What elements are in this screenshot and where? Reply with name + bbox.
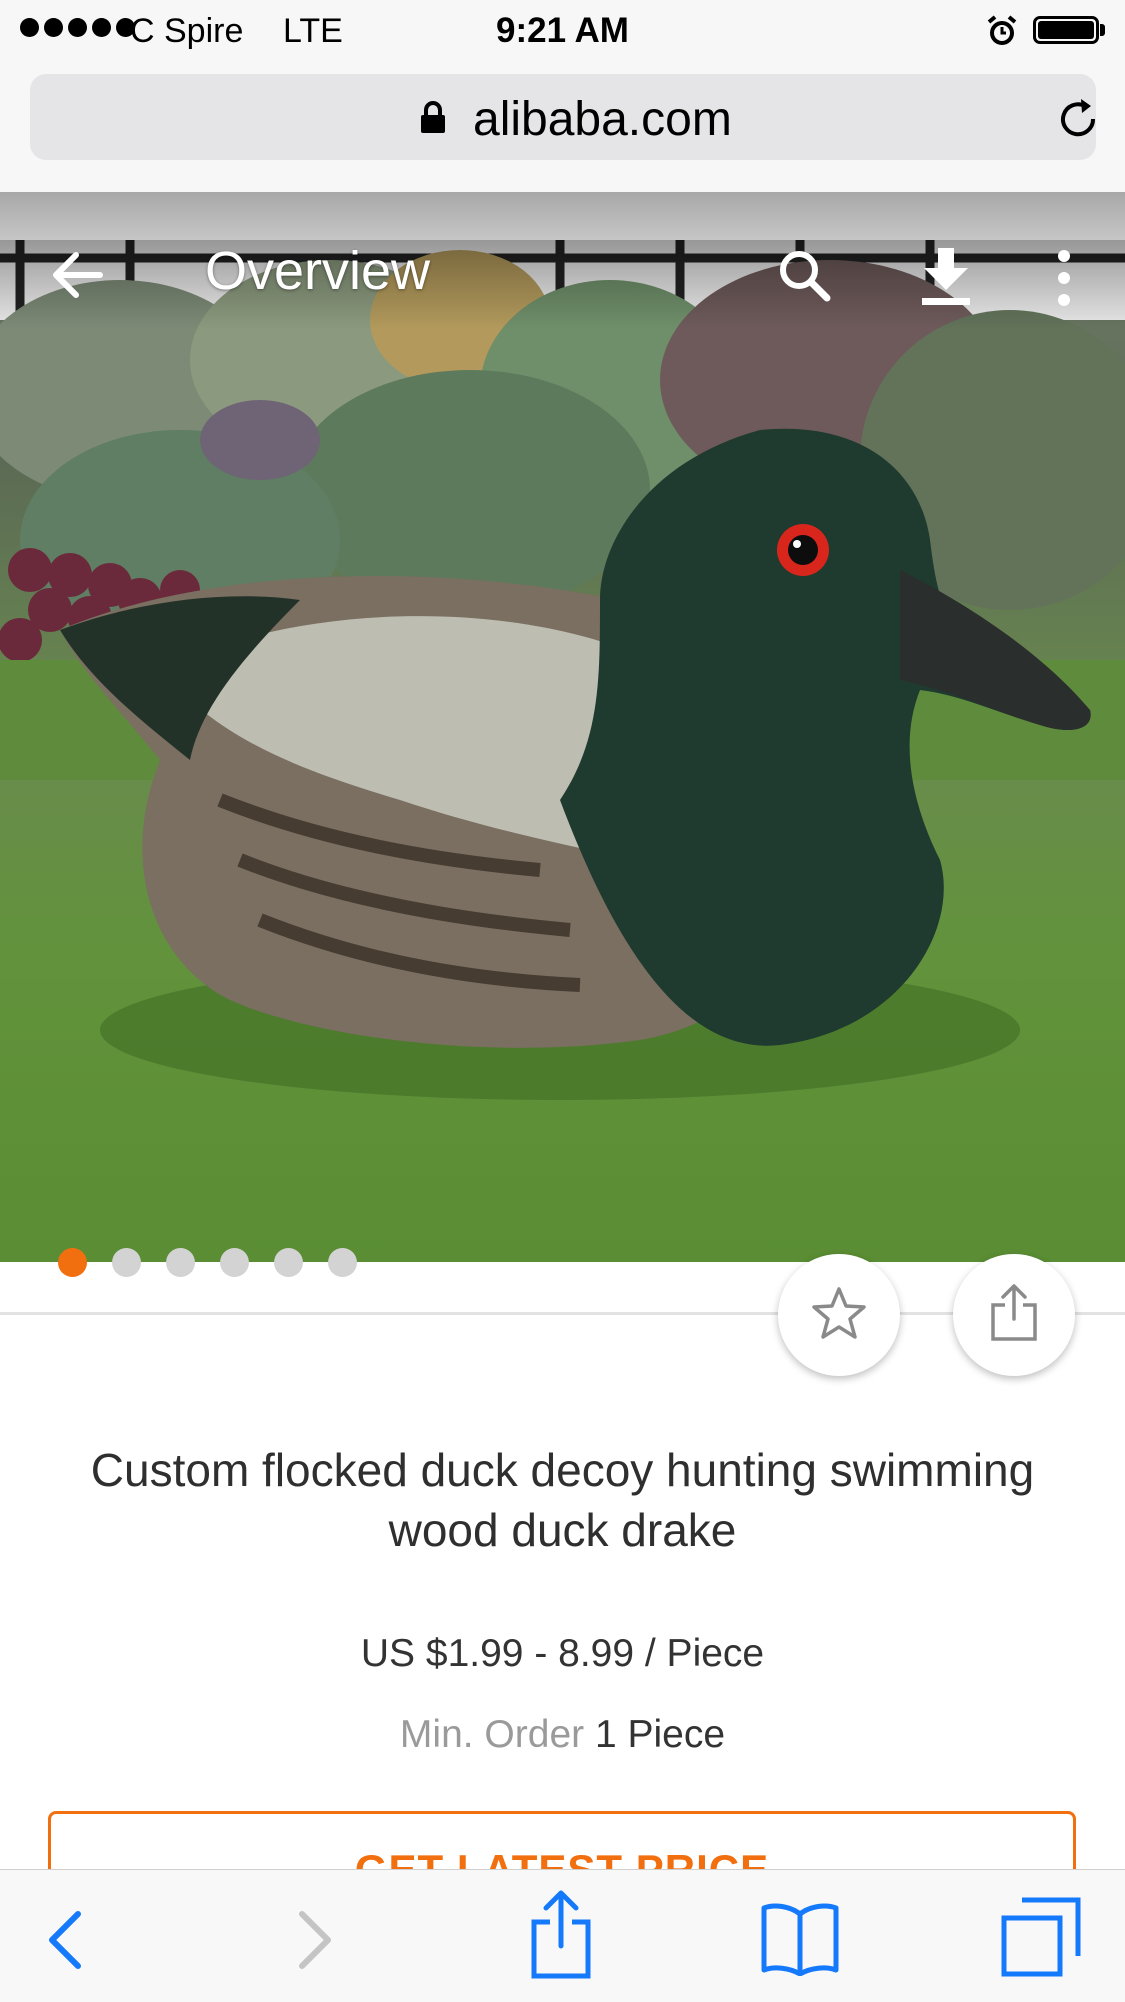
- back-arrow-icon[interactable]: [48, 246, 106, 309]
- product-price: US $1.99 - 8.99 / Piece: [360, 1632, 765, 1675]
- more-vertical-icon[interactable]: [1052, 248, 1076, 313]
- gallery-dot[interactable]: [58, 1248, 87, 1277]
- search-icon[interactable]: [775, 246, 833, 309]
- min-order-label: Min. Order: [399, 1713, 585, 1756]
- battery-icon: [1033, 16, 1099, 44]
- url-text: alibaba.com: [473, 93, 732, 146]
- star-icon: [811, 1286, 867, 1345]
- status-bar: C Spire LTE 9:21 AM: [0, 0, 1125, 62]
- clock: 9:21 AM: [496, 11, 629, 50]
- product-image[interactable]: Overview: [0, 240, 1125, 1262]
- gallery-pagination[interactable]: [58, 1248, 357, 1277]
- share-product-button[interactable]: [953, 1254, 1075, 1376]
- gallery-dot[interactable]: [220, 1248, 249, 1277]
- bookmarks-icon[interactable]: [760, 1900, 840, 1981]
- duck-decoy: [60, 428, 1091, 1100]
- back-icon[interactable]: [46, 1910, 82, 1975]
- share-icon[interactable]: [530, 1890, 592, 1985]
- alarm-icon: [985, 14, 1019, 53]
- gallery-dot[interactable]: [274, 1248, 303, 1277]
- lock-icon: [420, 100, 446, 139]
- gallery-dot[interactable]: [166, 1248, 195, 1277]
- reload-icon[interactable]: [1055, 96, 1101, 147]
- min-order: Min. Order 1 Piece: [0, 1713, 1125, 1757]
- share-icon: [989, 1283, 1039, 1348]
- gallery-dot[interactable]: [112, 1248, 141, 1277]
- forward-icon[interactable]: [298, 1910, 334, 1975]
- download-icon[interactable]: [920, 246, 972, 311]
- favorite-button[interactable]: [778, 1254, 900, 1376]
- page-header-shade: [0, 192, 1125, 240]
- page-title: Overview: [205, 241, 431, 301]
- battery-tip: [1100, 24, 1105, 36]
- browser-toolbar: [0, 1869, 1125, 2002]
- min-order-value: 1 Piece: [594, 1713, 726, 1756]
- browser-chrome: alibaba.com: [0, 62, 1125, 192]
- product-title: Custom flocked duck decoy hunting swimmi…: [90, 1444, 1035, 1556]
- address-bar[interactable]: alibaba.com: [30, 74, 1096, 160]
- tabs-icon[interactable]: [1000, 1896, 1082, 1983]
- gallery-dot[interactable]: [328, 1248, 357, 1277]
